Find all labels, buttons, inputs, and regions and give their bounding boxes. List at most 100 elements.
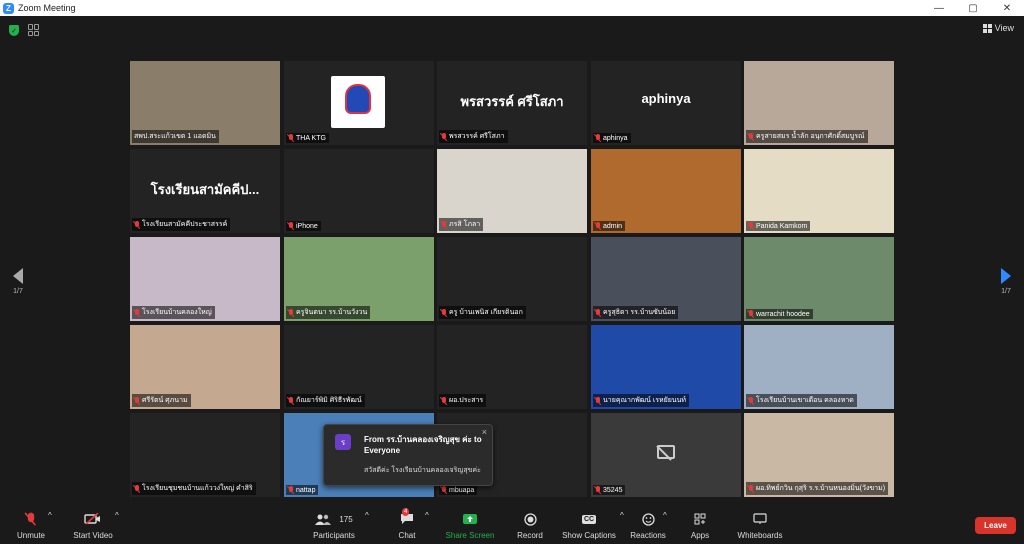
start-video-button[interactable]: Start Video [72,511,114,540]
participant-tile[interactable]: iPhone [284,149,434,233]
participant-tile[interactable]: 35245 [591,413,741,497]
video-options-caret-icon[interactable]: ^ [115,511,119,520]
record-button[interactable]: Record [514,511,546,540]
school-logo-icon [331,76,385,128]
mic-muted-icon [748,310,754,318]
participants-button[interactable]: 175 Participants [311,511,357,540]
chat-icon: 4 [393,508,421,527]
participant-tile[interactable]: ศรีรัตน์ ศุภนาม [130,325,280,409]
participant-tile[interactable]: กัณยาร์พิมิ ศิริธีรพัฒน์ [284,325,434,409]
participant-name-label: admin [593,221,626,231]
arrow-left-icon [13,268,23,284]
mic-muted-icon [134,308,140,317]
mic-muted-icon [288,222,294,230]
participants-label: Participants [313,531,355,540]
participant-tile[interactable]: ผอ.ทิพย์กวิน กุสุริ ร.ร.บ้านหนองมิ่น(วัง… [744,413,894,497]
share-screen-button[interactable]: Share Screen [444,511,496,540]
captions-icon: CC [560,511,618,527]
mic-muted-icon [134,220,140,229]
meeting-toolbar: Unmute ^ Start Video ^ 175 Participants … [0,507,1024,544]
participant-name: ครู บ้านเพนิส เกียรตินอก [449,309,523,316]
mic-muted-icon [595,134,601,142]
whiteboards-label: Whiteboards [737,531,783,540]
participant-tile[interactable]: นายคุณากพัฒน์ เรหยัยนนท์ [591,325,741,409]
mic-muted-icon [441,132,447,141]
participant-name-label: กัณยาร์พิมิ ศิริธีรพัฒน์ [286,394,365,407]
video-off-icon [72,511,114,527]
participant-name: THA KTG [296,134,326,142]
whiteboards-button[interactable]: Whiteboards [733,511,787,540]
apps-button[interactable]: Apps [687,511,713,540]
mic-muted-icon [748,484,754,493]
participant-tile[interactable]: สพป.สระแก้วเขต 1 แอดมิน [130,61,280,145]
participant-name: ครูจินตนา รร.บ้านวังวน [296,309,368,316]
participant-display-name: โรงเรียนสามัคคีป... [150,182,260,197]
security-shield-icon[interactable]: ✓ [9,25,19,36]
view-button[interactable]: View [982,23,1014,33]
close-window-button[interactable]: ✕ [990,0,1024,16]
chat-caret-icon[interactable]: ^ [425,511,429,520]
participant-name: aphinya [603,134,628,142]
apps-label: Apps [690,531,710,540]
mic-muted-icon [441,220,447,229]
participant-name-label: Panida Kamkom [746,221,811,231]
participants-icon: 175 [311,511,357,527]
participants-caret-icon[interactable]: ^ [365,511,369,520]
participant-tile[interactable]: โรงเรียนบ้านคลองใหญ่ [130,237,280,321]
reactions-button[interactable]: Reactions [628,511,668,540]
participant-tile[interactable]: Panida Kamkom [744,149,894,233]
participant-tile[interactable]: ครูสายสมร น้ำลัก อนุกาศักดิ์สมบูรณ์ [744,61,894,145]
chat-button[interactable]: 4 Chat [393,508,421,540]
participant-tile[interactable]: ครูจินตนา รร.บ้านวังวน [284,237,434,321]
participant-name-label: โรงเรียนชุมชนบ้านแก้ววง่ใหญ่ คำสิริ [132,482,256,495]
participant-tile[interactable]: aphinya aphinya [591,61,741,145]
reactions-caret-icon[interactable]: ^ [663,511,667,520]
prev-page-button[interactable]: 1/7 [8,268,28,295]
participant-tile[interactable]: ภรสิ โภลา [437,149,587,233]
participant-name: ผอ.ทิพย์กวิน กุสุริ ร.ร.บ้านหนองมิ่น(วัง… [756,485,886,492]
participant-name: nattap [296,486,316,494]
chat-from-line: From รร.บ้านคลองเจริญสุข ค่ะ to Everyone [364,435,482,455]
mic-muted-icon [288,308,294,317]
participant-tile[interactable]: admin [591,149,741,233]
participant-tile[interactable]: โรงเรียนชุมชนบ้านแก้ววง่ใหญ่ คำสิริ [130,413,280,497]
meeting-info-icon[interactable] [28,24,40,36]
minimize-button[interactable]: — [922,0,956,16]
participant-tile[interactable]: โรงเรียนบ้านเขาเดือน คลองหาด [744,325,894,409]
participant-name-label: iPhone [286,221,321,231]
maximize-button[interactable]: ▢ [956,0,990,16]
participant-name-label: โรงเรียนสามัคคีประชาสรรค์ [132,218,231,231]
participant-tile[interactable]: ครู บ้านเพนิส เกียรตินอก [437,237,587,321]
record-label: Record [517,531,543,540]
participant-tile[interactable]: warrachit hoodee [744,237,894,321]
view-label: View [994,23,1014,33]
show-captions-label: Show Captions [562,531,616,540]
participant-tile[interactable]: THA KTG [284,61,434,145]
participant-name-label: THA KTG [286,133,329,143]
mic-muted-icon [288,486,294,494]
participant-tile[interactable]: โรงเรียนสามัคคีป... โรงเรียนสามัคคีประชาส… [130,149,280,233]
chat-message: สวัสดีค่ะ โรงเรียนบ้านคลองเจริญสุขค่ะ [364,467,481,474]
participant-name: โรงเรียนชุมชนบ้านแก้ววง่ใหญ่ คำสิริ [142,485,253,492]
participant-tile[interactable]: ครูสุธิดา รร.บ้านซับน้อย [591,237,741,321]
unmute-button[interactable]: Unmute [14,511,48,540]
mic-muted-icon [288,134,294,142]
arrow-right-icon [1001,268,1011,284]
window-controls: — ▢ ✕ [922,0,1024,16]
participant-tile[interactable]: ผอ.ประสาร [437,325,587,409]
chat-notification[interactable]: ร From รร.บ้านคลองเจริญสุข ค่ะ to Everyo… [323,424,493,486]
participant-name: โรงเรียนสามัคคีประชาสรรค์ [142,221,228,228]
leave-button[interactable]: Leave [975,517,1016,534]
show-captions-button[interactable]: CC Show Captions [560,511,618,540]
prev-page-indicator: 1/7 [13,288,23,295]
participant-name-label: ผอ.ประสาร [439,394,487,407]
participant-name: ผอ.ประสาร [449,397,484,404]
participant-name: พรสวรรค์ ศรีโสภา [449,133,505,140]
participant-name-label: nattap [286,485,319,495]
record-icon [514,511,546,527]
next-page-button[interactable]: 1/7 [996,268,1016,295]
audio-options-caret-icon[interactable]: ^ [48,511,52,520]
participant-tile[interactable]: พรสวรรค์ ศรีโสภา พรสวรรค์ ศรีโสภา [437,61,587,145]
close-icon[interactable]: × [482,427,487,437]
captions-caret-icon[interactable]: ^ [620,511,624,520]
